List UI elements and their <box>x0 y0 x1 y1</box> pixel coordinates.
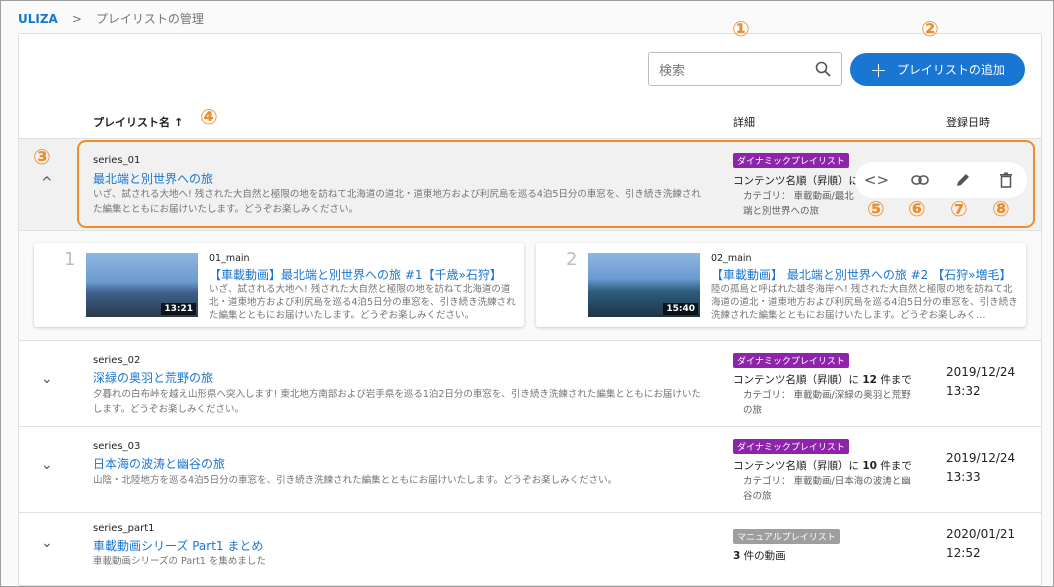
app-frame: ULIZA > プレイリストの管理 検索 + プレイリストの追加 プレイリスト名… <box>0 0 1054 587</box>
add-playlist-button[interactable]: + プレイリストの追加 <box>850 53 1025 86</box>
table-row[interactable]: ⌄ series_part1 車載動画シリーズ Part1 まとめ 車載動画シリ… <box>19 512 1041 585</box>
collapse-chevron-icon[interactable]: ^ <box>41 175 53 191</box>
embed-code-icon[interactable]: <> <box>864 167 890 193</box>
playlist-sort-rule: コンテンツ名順（昇順）に 12 件まで <box>733 374 912 386</box>
playlist-type-badge: ダイナミックプレイリスト <box>733 439 849 454</box>
playlist-type-badge: ダイナミックプレイリスト <box>733 353 849 368</box>
playlist-description: 夕暮れの白布峠を越え山形県へ突入します! 東北地方南部および岩手県を巡る1泊2日… <box>93 389 701 415</box>
playlist-videos-panel: 1 13:21 01_main 【車載動画】最北端と別世界への旅 #1【千歳»石… <box>19 230 1041 340</box>
playlist-description: 山陰・北陸地方を巡る4泊5日分の車窓を、引き続き洗練された編集とともにお届けいた… <box>93 475 618 486</box>
video-title[interactable]: 【車載動画】 最北端と別世界への旅 #2 【石狩»増毛】 <box>711 266 1019 283</box>
edit-pencil-icon[interactable] <box>950 167 976 193</box>
playlist-type-badge: マニュアルプレイリスト <box>733 529 840 544</box>
playlist-date: 2019/12/24 13:33 <box>946 451 1016 484</box>
video-thumbnail[interactable]: 13:21 <box>86 253 198 317</box>
row-actions: <> <box>855 162 1027 198</box>
playlist-title[interactable]: 日本海の波涛と幽谷の旅 <box>93 455 225 472</box>
callout-6: ⑥ <box>908 197 926 221</box>
breadcrumb-separator: > <box>71 11 82 26</box>
video-description: いざ、試される大地へ! 残された大自然と極限の地を訪ねて北海道の道北・道東地方お… <box>209 284 516 321</box>
sort-arrow-icon: ↑ <box>174 115 184 129</box>
search-input[interactable]: 検索 <box>648 52 842 86</box>
callout-4: ④ <box>200 105 218 129</box>
callout-3: ③ <box>33 145 51 169</box>
table-row[interactable]: ⌄ series_03 日本海の波涛と幽谷の旅 山陰・北陸地方を巡る4泊5日分の… <box>19 426 1041 512</box>
callout-2: ② <box>921 17 939 41</box>
video-duration: 15:40 <box>663 303 698 315</box>
video-number: 1 <box>64 249 76 270</box>
callout-5: ⑤ <box>867 197 885 221</box>
video-description: 陸の孤島と呼ばれた雄冬海岸へ! 残された大自然と極限の地を訪ねて北海道の道北・道… <box>711 284 1018 321</box>
video-title[interactable]: 【車載動画】最北端と別世界への旅 #1【千歳»石狩】 <box>209 266 517 283</box>
search-placeholder: 検索 <box>659 63 686 79</box>
playlist-id: series_03 <box>93 441 141 452</box>
playlist-description: 車載動画シリーズの Part1 を集めました <box>93 556 266 567</box>
expand-chevron-icon[interactable]: ⌄ <box>41 535 53 551</box>
link-icon[interactable] <box>907 167 933 193</box>
video-card[interactable]: 1 13:21 01_main 【車載動画】最北端と別世界への旅 #1【千歳»石… <box>34 243 524 327</box>
header-detail: 詳細 <box>733 116 755 129</box>
playlist-video-count: 3 件の動画 <box>733 550 786 562</box>
add-playlist-label: プレイリストの追加 <box>896 63 1005 77</box>
callout-1: ① <box>732 17 750 41</box>
playlist-card: 検索 + プレイリストの追加 プレイリスト名 ↑ 詳細 登録日時 ^ serie… <box>18 33 1042 586</box>
playlist-title[interactable]: 深緑の奥羽と荒野の旅 <box>93 369 213 386</box>
delete-trash-icon[interactable] <box>993 167 1019 193</box>
callout-7: ⑦ <box>950 197 968 221</box>
expand-chevron-icon[interactable]: ⌄ <box>41 457 53 473</box>
playlist-category: カテゴリ： 車載動画/深緑の奥羽と荒野の旅 <box>743 390 911 416</box>
search-icon[interactable] <box>815 61 831 77</box>
playlist-id: series_02 <box>93 355 141 366</box>
video-thumbnail[interactable]: 15:40 <box>588 253 700 317</box>
table-row[interactable]: ⌄ series_02 深緑の奥羽と荒野の旅 夕暮れの白布峠を越え山形県へ突入し… <box>19 340 1041 426</box>
callout-8: ⑧ <box>992 197 1010 221</box>
breadcrumb-current: プレイリストの管理 <box>95 12 204 26</box>
playlist-title[interactable]: 車載動画シリーズ Part1 まとめ <box>93 537 263 554</box>
playlist-sort-rule: コンテンツ名順（昇順）に 10 件まで <box>733 460 912 472</box>
video-number: 2 <box>566 249 578 270</box>
playlist-date: 2020/01/21 12:52 <box>946 527 1016 560</box>
breadcrumb-home[interactable]: ULIZA <box>18 12 58 26</box>
header-playlist-name[interactable]: プレイリスト名 ↑ <box>93 114 183 130</box>
plus-icon: + <box>870 57 887 82</box>
playlist-category: カテゴリ： 車載動画/日本海の波涛と幽谷の旅 <box>743 476 911 502</box>
video-card[interactable]: 2 15:40 02_main 【車載動画】 最北端と別世界への旅 #2 【石狩… <box>536 243 1026 327</box>
header-name-label: プレイリスト名 <box>93 116 170 129</box>
video-id: 02_main <box>711 253 752 264</box>
breadcrumb: ULIZA > プレイリストの管理 <box>18 10 204 27</box>
header-date: 登録日時 <box>946 116 990 129</box>
playlist-id: series_part1 <box>93 523 155 534</box>
expand-chevron-icon[interactable]: ⌄ <box>41 371 53 387</box>
video-duration: 13:21 <box>161 303 196 315</box>
video-id: 01_main <box>209 253 250 264</box>
playlist-date: 2019/12/24 13:32 <box>946 365 1016 398</box>
